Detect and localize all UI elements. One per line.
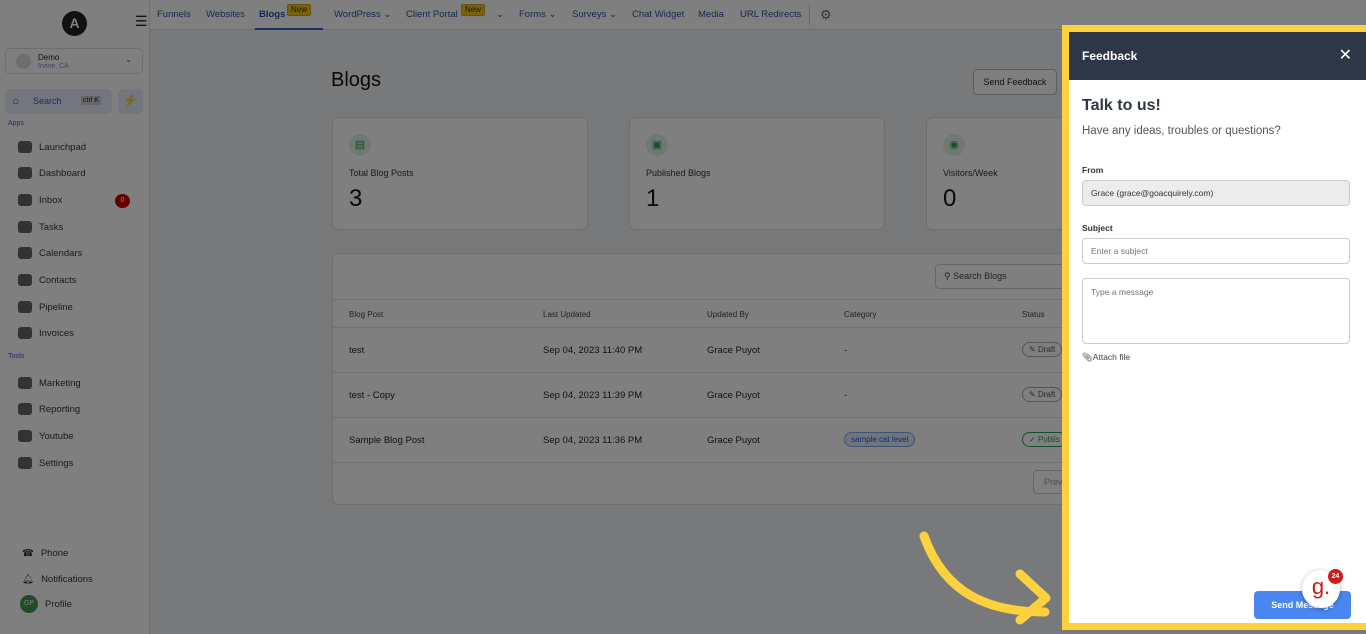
from-field	[1082, 180, 1350, 206]
from-label: From	[1082, 165, 1104, 175]
notification-count-badge: 24	[1328, 569, 1343, 584]
feedback-header: Feedback	[1069, 32, 1366, 80]
arrow-annotation-icon	[919, 531, 1051, 625]
message-textarea[interactable]	[1082, 278, 1350, 344]
g24-widget-button[interactable]: g. 24	[1302, 569, 1343, 608]
feedback-panel: Feedback ✕ Talk to us! Have any ideas, t…	[1062, 25, 1366, 630]
attach-file-button[interactable]: 📎︎Attach file	[1082, 352, 1130, 363]
subject-input[interactable]	[1082, 238, 1350, 264]
feedback-title: Feedback	[1082, 49, 1138, 63]
close-icon[interactable]: ✕	[1339, 45, 1352, 65]
paperclip-icon: 📎︎	[1082, 352, 1093, 362]
feedback-heading: Talk to us!	[1082, 97, 1161, 114]
label: Attach file	[1092, 352, 1131, 362]
feedback-subtitle: Have any ideas, troubles or questions?	[1082, 125, 1281, 137]
subject-label: Subject	[1082, 223, 1113, 233]
